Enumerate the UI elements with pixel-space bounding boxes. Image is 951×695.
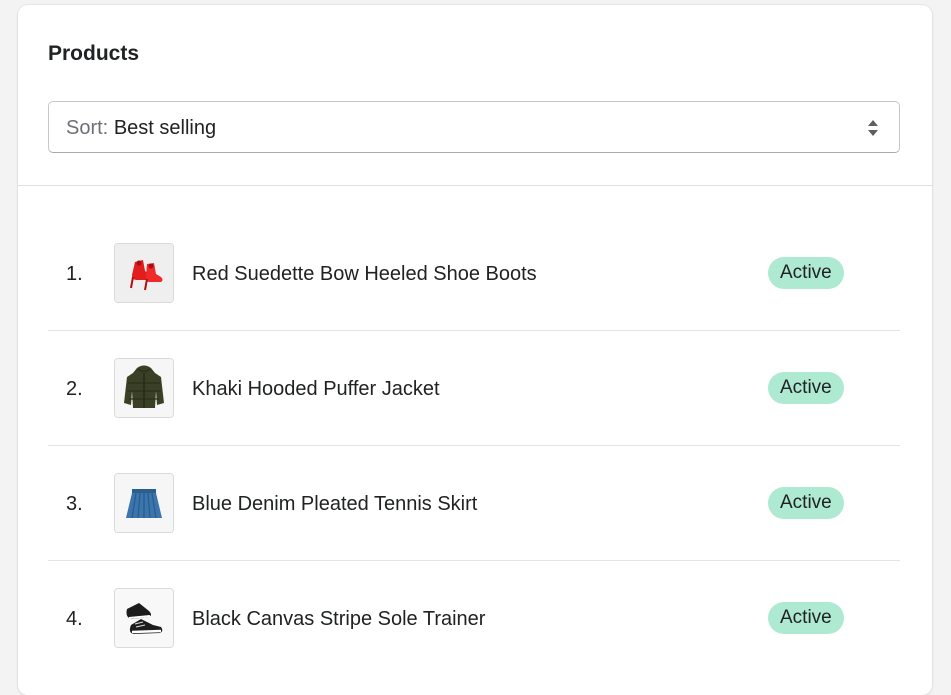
denim-skirt-image <box>114 473 174 533</box>
product-list: 1. Red Suedette Bow Heeled Shoe Boots Ac… <box>48 216 900 676</box>
select-arrows-icon <box>867 118 879 138</box>
product-name[interactable]: Red Suedette Bow Heeled Shoe Boots <box>192 262 537 286</box>
status-badge: Active <box>768 257 844 289</box>
products-card: Products Sort: Best selling 1. Red Suede… <box>18 5 932 695</box>
card-title: Products <box>48 42 140 65</box>
product-row[interactable]: 4. Black Canvas Stripe Sole Trainer Acti… <box>48 561 900 676</box>
product-rank: 2. <box>66 378 83 400</box>
status-badge: Active <box>768 602 844 634</box>
product-name[interactable]: Blue Denim Pleated Tennis Skirt <box>192 492 477 516</box>
black-trainers-image <box>114 588 174 648</box>
sort-text: Sort: Best selling <box>66 116 216 140</box>
status-badge: Active <box>768 487 844 519</box>
section-divider <box>18 185 932 186</box>
status-badge: Active <box>768 372 844 404</box>
sort-select[interactable]: Sort: Best selling <box>48 101 900 153</box>
red-heeled-boots-image <box>114 243 174 303</box>
product-name[interactable]: Black Canvas Stripe Sole Trainer <box>192 607 485 631</box>
product-row[interactable]: 2. Khaki Hooded Puffer Jacket Active <box>48 331 900 446</box>
product-rank: 4. <box>66 608 83 630</box>
sort-value: Best selling <box>113 117 217 139</box>
product-row[interactable]: 3. Blue Denim Pleated Tennis Skirt Activ… <box>48 446 900 561</box>
product-rank: 1. <box>66 263 83 285</box>
khaki-puffer-jacket-image <box>114 358 174 418</box>
sort-prefix-label: Sort: <box>66 117 109 139</box>
product-rank: 3. <box>66 493 83 515</box>
product-row[interactable]: 1. Red Suedette Bow Heeled Shoe Boots Ac… <box>48 216 900 331</box>
product-name[interactable]: Khaki Hooded Puffer Jacket <box>192 377 440 401</box>
